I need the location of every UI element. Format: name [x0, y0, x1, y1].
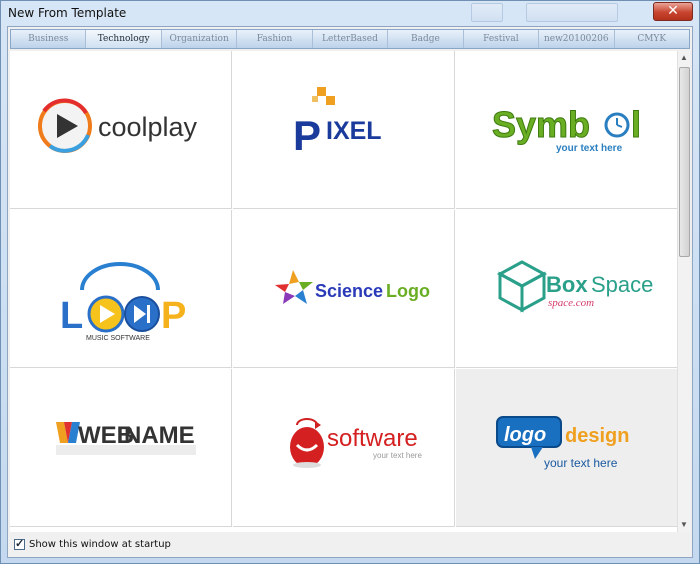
template-caption: MUSIC SOFTWARE — [86, 335, 150, 342]
tab-business[interactable]: Business — [11, 30, 87, 48]
dialog-window: New From Template ✕ Business Technology … — [0, 0, 700, 564]
software-logo: software your text here — [290, 418, 422, 468]
close-button[interactable]: ✕ — [653, 2, 693, 21]
tab-fashion[interactable]: Fashion — [237, 30, 313, 48]
template-tile-webname[interactable]: WEB NAME — [10, 369, 232, 527]
tab-organization[interactable]: Organization — [162, 30, 238, 48]
show-at-startup-label[interactable]: Show this window at startup — [29, 539, 171, 550]
close-icon: ✕ — [667, 3, 679, 19]
webname-logo: WEB NAME — [56, 422, 196, 455]
coolplay-logo: coolplay — [38, 98, 198, 153]
vertical-scrollbar[interactable]: ▲ ▼ — [677, 51, 690, 532]
template-name: Box — [546, 272, 588, 297]
template-tile-coolplay[interactable]: coolplay — [10, 51, 232, 209]
background-window-ghost — [471, 3, 503, 22]
window-title: New From Template — [8, 6, 127, 20]
check-icon: ✓ — [15, 538, 25, 550]
template-badge-text: logo — [504, 424, 546, 446]
svg-text:Logo: Logo — [386, 281, 430, 301]
template-tile-loop[interactable]: L P MUSIC SOFTWARE — [10, 210, 232, 368]
title-bar: New From Template ✕ — [1, 1, 699, 26]
template-name: IXEL — [326, 117, 382, 145]
tab-badge[interactable]: Badge — [388, 30, 464, 48]
template-gallery: coolplay P IXEL Symb l your text here L … — [10, 51, 678, 532]
category-tabs: Business Technology Organization Fashion… — [10, 29, 690, 49]
template-name: Symb — [492, 104, 590, 145]
template-tagline: your text here — [556, 143, 623, 154]
svg-text:P: P — [161, 295, 186, 337]
template-tile-symbol[interactable]: Symb l your text here — [456, 51, 678, 209]
tab-letterbased[interactable]: LetterBased — [313, 30, 389, 48]
scrollbar-thumb[interactable] — [679, 67, 690, 257]
background-window-ghost — [526, 3, 618, 22]
dialog-body: Business Technology Organization Fashion… — [7, 26, 693, 558]
sciencelogo-logo: Science Logo — [275, 270, 430, 304]
scroll-down-icon[interactable]: ▼ — [678, 518, 690, 532]
template-name: coolplay — [98, 112, 198, 142]
scroll-up-icon[interactable]: ▲ — [678, 51, 690, 65]
template-name: Science — [315, 281, 383, 301]
template-tile-pixel[interactable]: P IXEL — [233, 51, 455, 209]
logodesign-logo: logo design your text here — [496, 416, 629, 470]
symbol-logo: Symb l your text here — [492, 104, 642, 155]
svg-text:NAME: NAME — [124, 422, 195, 449]
svg-text:l: l — [631, 104, 641, 145]
template-tagline: your text here — [544, 456, 618, 470]
pixel-logo: P IXEL — [293, 87, 382, 159]
template-tile-sciencelogo[interactable]: Science Logo — [233, 210, 455, 368]
template-tile-logodesign[interactable]: logo design your text here — [456, 369, 678, 527]
tab-cmyk[interactable]: CMYK — [615, 30, 689, 48]
svg-text:Space: Space — [591, 272, 653, 297]
template-name-initial: P — [293, 112, 321, 159]
loop-logo: L P MUSIC SOFTWARE — [60, 262, 186, 342]
tab-technology[interactable]: Technology — [86, 30, 162, 48]
template-tagline: your text here — [373, 451, 422, 460]
dialog-footer: ✓ Show this window at startup — [10, 534, 690, 556]
template-name: software — [327, 425, 418, 452]
template-tile-boxspace[interactable]: Box Space space.com — [456, 210, 678, 368]
tab-festival[interactable]: Festival — [464, 30, 540, 48]
boxspace-logo: Box Space space.com — [496, 260, 653, 313]
tab-new20100206[interactable]: new20100206 — [539, 30, 615, 48]
template-tile-software[interactable]: software your text here — [233, 369, 455, 527]
swirl-icon — [296, 418, 318, 426]
template-name: L — [60, 295, 83, 337]
template-name: design — [565, 425, 629, 447]
show-at-startup-checkbox[interactable]: ✓ — [14, 538, 25, 550]
template-domain: space.com — [548, 297, 594, 309]
